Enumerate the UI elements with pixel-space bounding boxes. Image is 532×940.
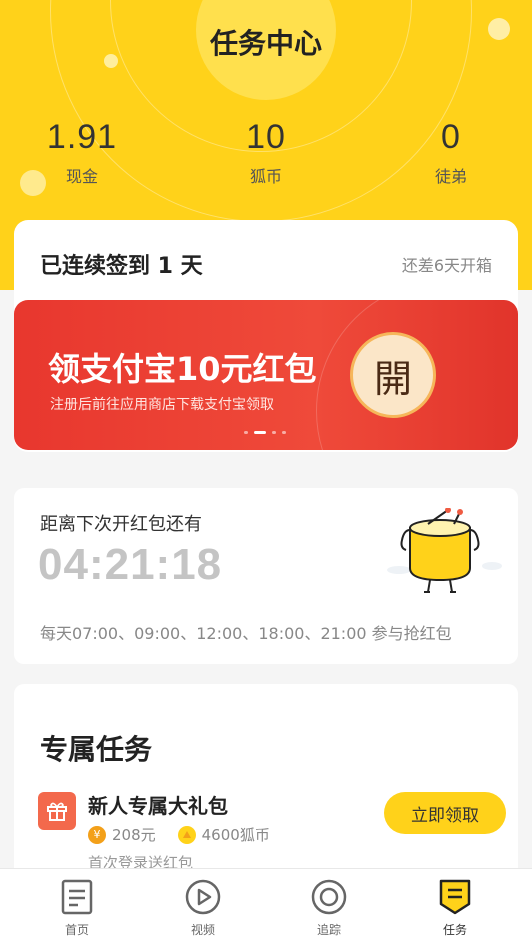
fox-coin-icon: [177, 825, 196, 844]
tasks-title: 专属任务: [40, 733, 153, 766]
checkin-title: 已连续签到 1 天: [40, 254, 203, 279]
nav-item-task[interactable]: 任务: [415, 877, 495, 938]
drum-mascot-icon: [374, 507, 504, 598]
yuan-coin-icon: ¥: [88, 825, 106, 844]
stat-apprentices-value: 0: [441, 118, 461, 156]
pager-dot: [282, 431, 286, 434]
countdown-timer: 04:21:18: [38, 540, 223, 589]
countdown-card: 距离下次开红包还有 04:21:18 每天07:00、09:00、12:00、1…: [14, 488, 518, 664]
stat-cash[interactable]: 1.91 现金: [12, 118, 152, 187]
nav-label-video: 视频: [190, 923, 215, 937]
stat-cash-value: 1.91: [46, 118, 118, 156]
track-icon: [289, 877, 369, 917]
pager-dot: [272, 431, 276, 434]
nav-item-home[interactable]: 首页: [37, 877, 117, 938]
pager-dot-active: [254, 431, 266, 434]
task-icon: [415, 877, 495, 917]
claim-button[interactable]: 立即领取: [384, 792, 506, 834]
nav-label-track: 追踪: [316, 923, 341, 937]
countdown-label: 距离下次开红包还有: [40, 514, 202, 535]
reward-cash: 208元: [112, 826, 156, 844]
nav-label-home: 首页: [64, 923, 89, 937]
task-name: 新人专属大礼包: [88, 794, 228, 818]
nav-item-track[interactable]: 追踪: [289, 877, 369, 938]
checkin-remaining[interactable]: 还差6天开箱: [402, 252, 492, 276]
nav-item-video[interactable]: 视频: [163, 877, 243, 938]
stat-apprentices[interactable]: 0 徒弟: [381, 118, 521, 187]
gift-icon: [38, 792, 76, 830]
bottom-nav: 首页 视频 追踪 任务: [0, 868, 532, 940]
stat-coins-label: 狐币: [249, 167, 282, 186]
video-icon: [163, 877, 243, 917]
checkin-card: 已连续签到 1 天 还差6天开箱 领支付宝10元红包 注册后前往应用商店下载支付…: [14, 220, 518, 452]
banner-title: 领支付宝10元红包: [48, 350, 317, 388]
alipay-banner[interactable]: 领支付宝10元红包 注册后前往应用商店下载支付宝领取 開: [14, 300, 518, 450]
countdown-schedule: 每天07:00、09:00、12:00、18:00、21:00 参与抢红包: [40, 624, 452, 643]
page-title: 任务中心: [209, 27, 322, 60]
stat-apprentices-label: 徒弟: [434, 167, 467, 186]
banner-subtitle: 注册后前往应用商店下载支付宝领取: [50, 397, 274, 413]
stat-coins[interactable]: 10 狐币: [196, 118, 336, 187]
banner-pager: [240, 430, 300, 436]
home-icon: [37, 877, 117, 917]
task-rewards: ¥ 208元 4600狐币: [88, 824, 270, 845]
pager-dot: [244, 431, 248, 434]
stats-row: 1.91 现金 10 狐币 0 徒弟: [0, 118, 532, 198]
reward-coins: 4600狐币: [201, 826, 270, 844]
stat-coins-value: 10: [246, 118, 286, 156]
nav-label-task: 任务: [442, 923, 467, 937]
open-button[interactable]: 開: [350, 332, 436, 418]
tasks-card: 专属任务 新人专属大礼包 ¥ 208元 4600狐币 首次登录送红包 立即领取: [14, 684, 518, 884]
stat-cash-label: 现金: [65, 167, 98, 186]
